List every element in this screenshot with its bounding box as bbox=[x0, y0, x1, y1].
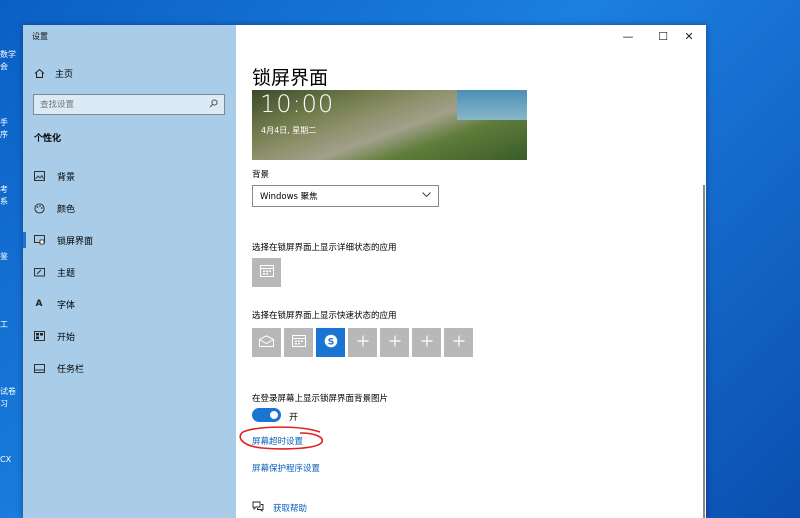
image-icon bbox=[33, 170, 45, 182]
taskbar-icon bbox=[33, 362, 45, 374]
background-select-value: Windows 聚焦 bbox=[260, 192, 318, 202]
nav-home[interactable]: 主页 bbox=[33, 67, 73, 80]
plus-icon bbox=[421, 335, 433, 351]
skype-icon: S bbox=[324, 334, 338, 352]
minimize-button[interactable]: — bbox=[611, 25, 645, 47]
sidebar: 设置 主页 个性化 背景 bbox=[23, 25, 236, 518]
detailed-status-label: 选择在锁屏界面上显示详细状态的应用 bbox=[252, 243, 397, 253]
background-select[interactable]: Windows 聚焦 bbox=[252, 185, 439, 207]
desktop-icon-label[interactable]: CX bbox=[0, 455, 23, 465]
quick-status-add-tile[interactable] bbox=[348, 328, 377, 357]
sidebar-item-label: 任务栏 bbox=[57, 364, 85, 375]
theme-icon bbox=[33, 266, 45, 278]
sidebar-item-taskbar[interactable]: 任务栏 bbox=[23, 352, 236, 384]
sidebar-item-lock-screen[interactable]: 锁屏界面 bbox=[23, 224, 236, 256]
sidebar-item-label: 主题 bbox=[57, 268, 76, 279]
search-box[interactable] bbox=[33, 94, 225, 115]
font-icon: A bbox=[35, 299, 43, 309]
home-icon bbox=[33, 68, 45, 80]
desktop-icon-label[interactable]: 系 bbox=[0, 197, 23, 207]
sidebar-item-background[interactable]: 背景 bbox=[23, 160, 236, 192]
sidebar-item-colors[interactable]: 颜色 bbox=[23, 192, 236, 224]
desktop-icon-label[interactable]: 手 bbox=[0, 118, 23, 128]
sidebar-item-label: 字体 bbox=[57, 300, 76, 311]
signin-background-label: 在登录屏幕上显示锁屏界面背景图片 bbox=[252, 394, 389, 404]
help-link[interactable]: 获取帮助 bbox=[273, 502, 307, 514]
desktop-icon-label[interactable]: 序 bbox=[0, 130, 23, 140]
detailed-status-app-tile[interactable] bbox=[252, 258, 281, 287]
section-title: 个性化 bbox=[34, 134, 62, 144]
sidebar-item-label: 锁屏界面 bbox=[57, 236, 94, 247]
nav-home-label: 主页 bbox=[55, 70, 74, 80]
desktop-icon-label[interactable]: 会 bbox=[0, 62, 23, 72]
settings-window: 设置 主页 个性化 背景 bbox=[23, 25, 706, 518]
quick-status-add-tile[interactable] bbox=[444, 328, 473, 357]
sidebar-item-label: 颜色 bbox=[57, 204, 76, 215]
quick-status-add-tile[interactable] bbox=[380, 328, 409, 357]
close-button[interactable]: ✕ bbox=[672, 25, 706, 47]
search-icon[interactable] bbox=[209, 98, 218, 111]
screensaver-link[interactable]: 屏幕保护程序设置 bbox=[252, 462, 320, 474]
lock-screen-preview: 10:00 4月4日, 星期二 bbox=[252, 90, 527, 160]
preview-sky bbox=[457, 90, 527, 120]
window-title: 设置 bbox=[32, 32, 48, 41]
plus-icon bbox=[389, 335, 401, 351]
plus-icon bbox=[357, 335, 369, 351]
sidebar-item-label: 背景 bbox=[57, 172, 76, 183]
help-chat-icon bbox=[252, 501, 264, 515]
sidebar-item-themes[interactable]: 主题 bbox=[23, 256, 236, 288]
toggle-state-label: 开 bbox=[289, 413, 299, 423]
chevron-down-icon bbox=[422, 191, 431, 201]
search-input[interactable] bbox=[40, 99, 200, 110]
screen-timeout-link[interactable]: 屏幕超时设置 bbox=[252, 435, 303, 447]
mail-icon bbox=[259, 334, 274, 351]
preview-date: 4月4日, 星期二 bbox=[261, 126, 317, 135]
sidebar-item-label: 开始 bbox=[57, 332, 76, 343]
page-title: 锁屏界面 bbox=[252, 67, 329, 89]
plus-icon bbox=[453, 335, 465, 351]
desktop-icon-label[interactable]: 考 bbox=[0, 185, 23, 195]
sidebar-item-start[interactable]: 开始 bbox=[23, 320, 236, 352]
desktop-icon-label[interactable]: 数学 bbox=[0, 50, 23, 60]
sidebar-item-fonts[interactable]: A 字体 bbox=[23, 288, 236, 320]
palette-icon bbox=[33, 202, 45, 214]
desktop-icon-label[interactable]: 鉴 bbox=[0, 252, 23, 262]
help-row[interactable]: 获取帮助 bbox=[252, 501, 307, 515]
quick-status-app-tile[interactable] bbox=[252, 328, 281, 357]
content-scrollbar[interactable] bbox=[703, 185, 705, 518]
quick-status-app-tile[interactable] bbox=[284, 328, 313, 357]
background-label: 背景 bbox=[252, 170, 270, 180]
nav-list: 背景 颜色 锁屏界面 主题 A 字体 开始 任务栏 bbox=[23, 160, 236, 384]
quick-status-app-tile[interactable]: S bbox=[316, 328, 345, 357]
signin-background-toggle[interactable] bbox=[252, 408, 281, 422]
quick-status-add-tile[interactable] bbox=[412, 328, 441, 357]
desktop-area: 数学 会 手 序 考 系 鉴 工 试卷 习 CX bbox=[0, 0, 23, 518]
content-pane: — ☐ ✕ 锁屏界面 10:00 4月4日, 星期二 背景 Windows 聚焦… bbox=[236, 25, 706, 518]
preview-time: 10:00 bbox=[260, 90, 335, 118]
calendar-icon bbox=[291, 334, 306, 351]
desktop-icon-label[interactable]: 试卷 bbox=[0, 387, 23, 397]
desktop-icon-label[interactable]: 习 bbox=[0, 399, 23, 409]
quick-status-label: 选择在锁屏界面上显示快速状态的应用 bbox=[252, 311, 397, 321]
desktop-icon-label[interactable]: 工 bbox=[0, 320, 23, 330]
start-icon bbox=[33, 330, 45, 342]
svg-text:S: S bbox=[327, 337, 333, 347]
calendar-icon bbox=[259, 264, 274, 281]
lock-screen-icon bbox=[33, 234, 45, 246]
